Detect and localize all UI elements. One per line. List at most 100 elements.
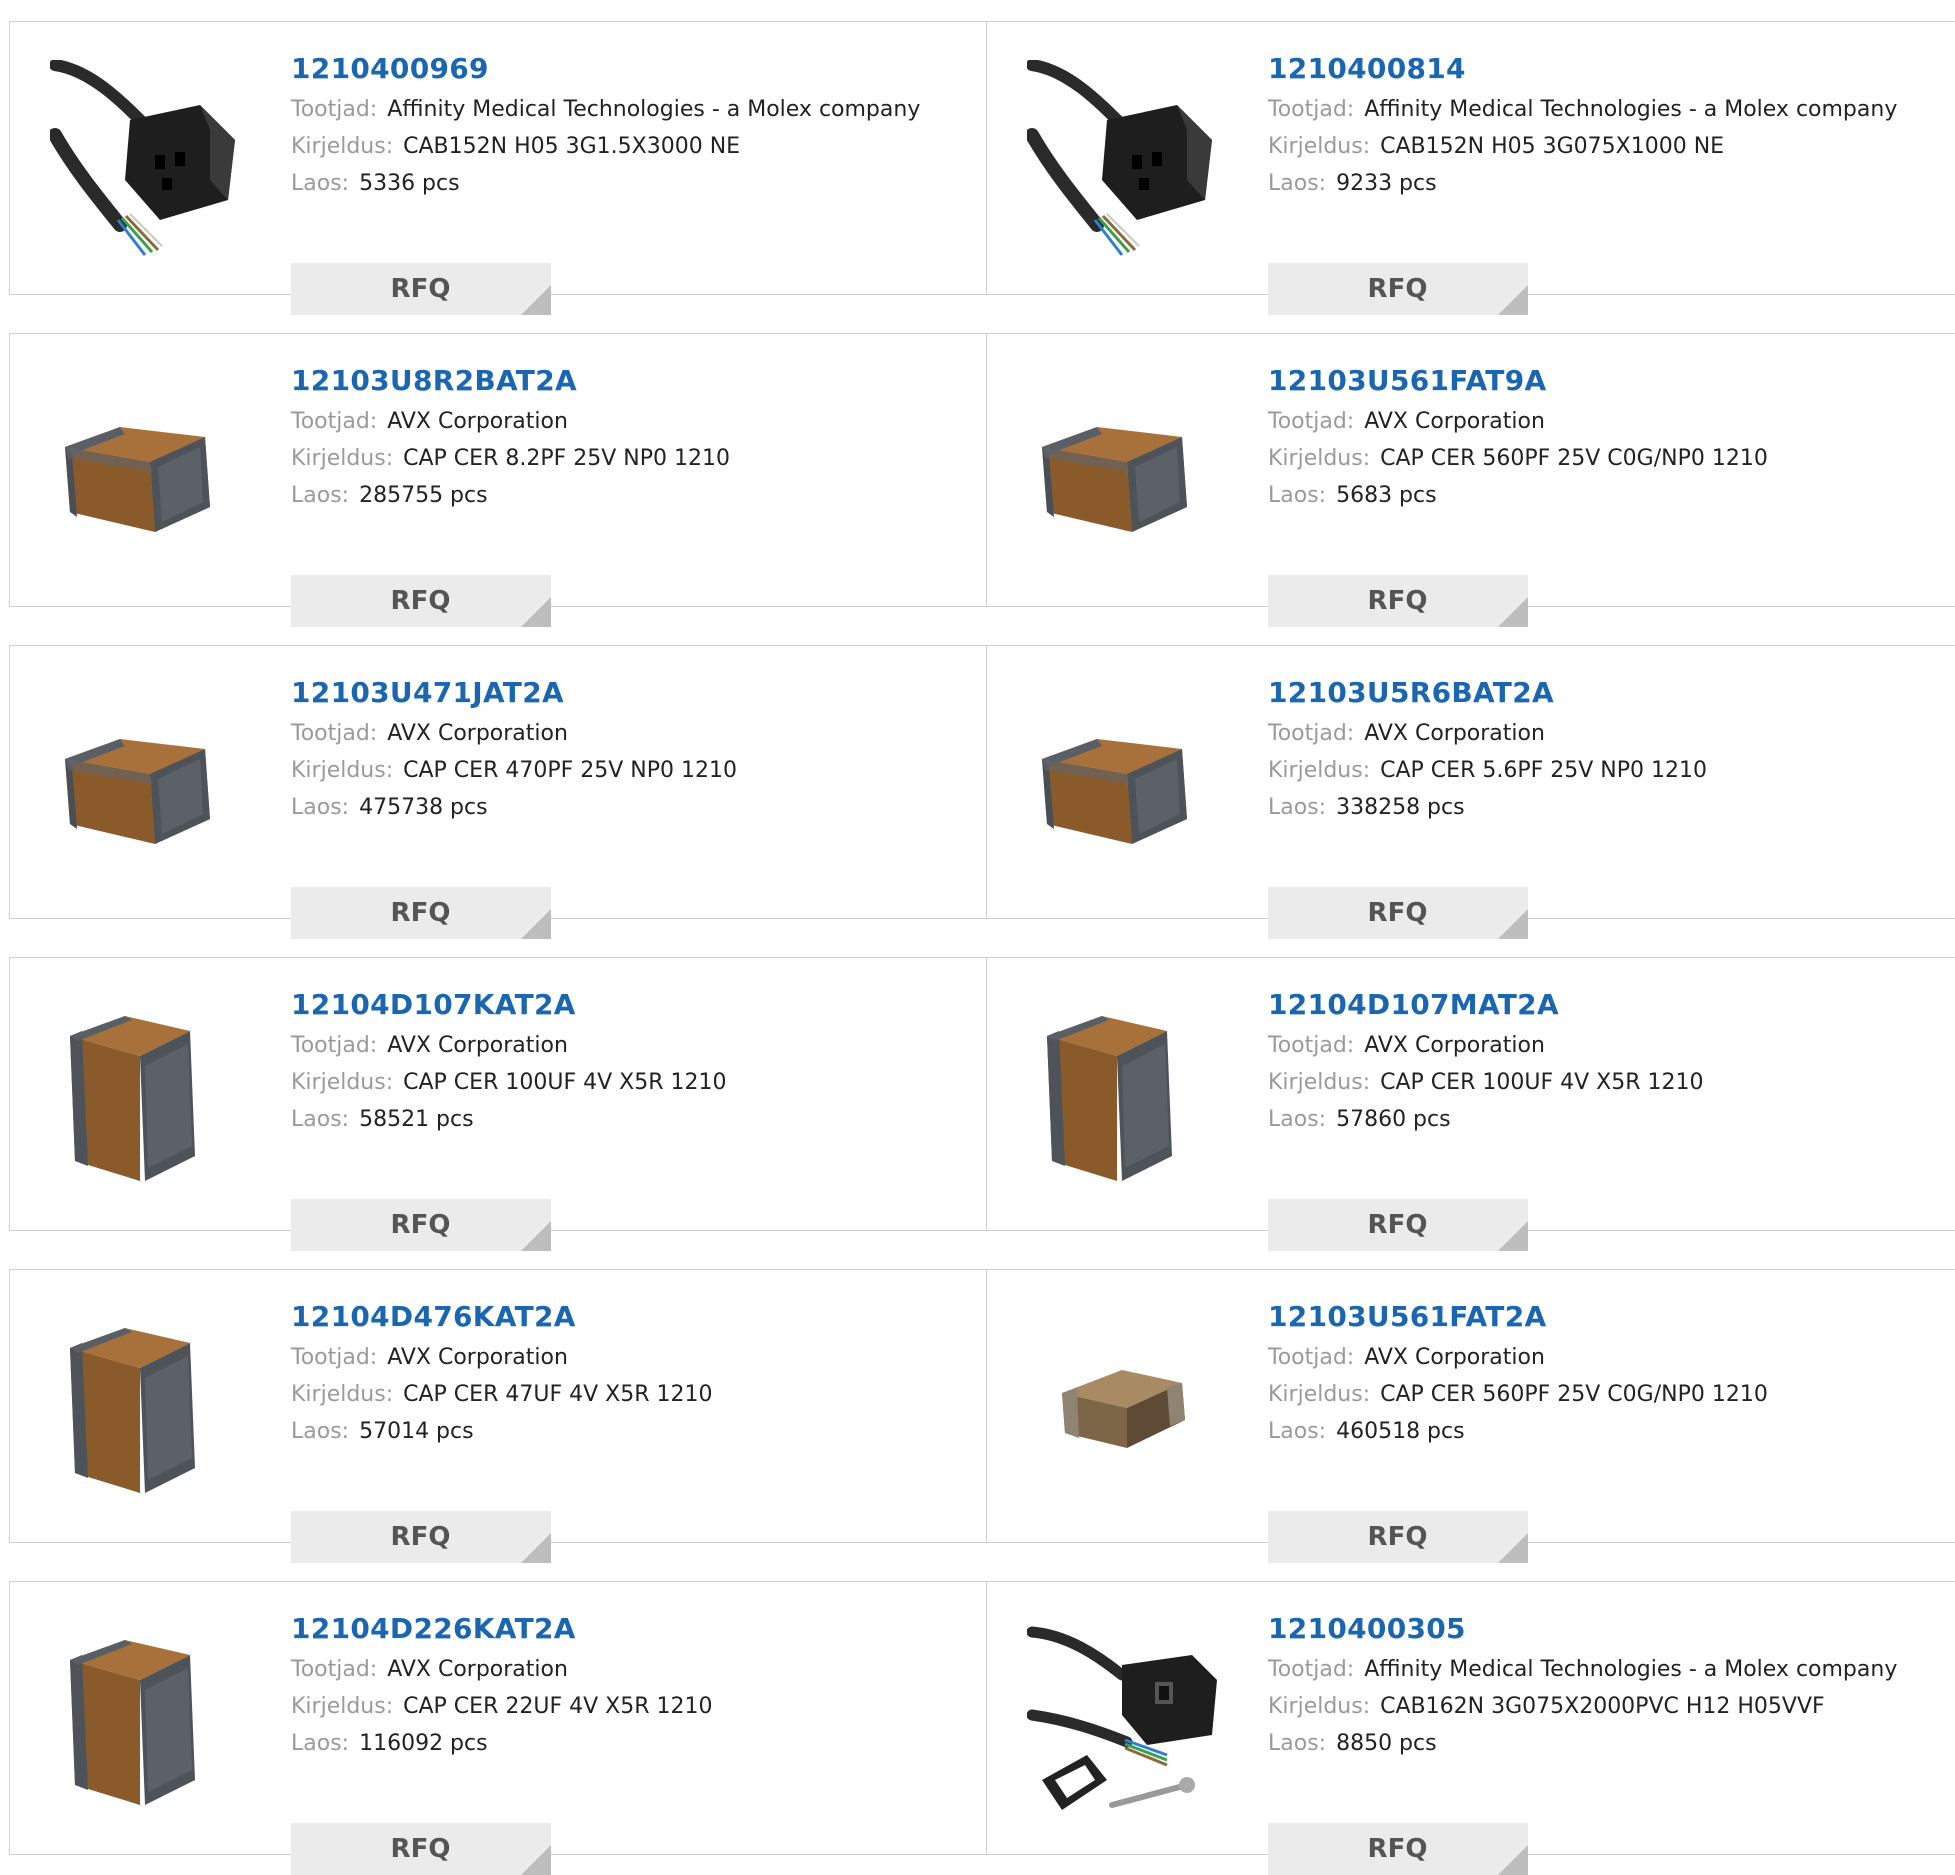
stock-line: Laos: 5336 pcs (291, 165, 976, 202)
rfq-corner-decoration (521, 1845, 551, 1875)
product-image[interactable] (50, 372, 250, 572)
manufacturer-value: AVX Corporation (387, 721, 568, 746)
part-number-link[interactable]: 12103U471JAT2A (291, 675, 976, 715)
manufacturer-line: Tootjad: AVX Corporation (291, 1651, 976, 1688)
rfq-corner-decoration (521, 1533, 551, 1563)
capacitor-flat-icon (65, 427, 210, 532)
rfq-button[interactable]: RFQ (1268, 263, 1528, 315)
product-image[interactable] (1027, 372, 1227, 572)
product-info: 12103U561FAT9A Tootjad: AVX Corporation K… (1268, 363, 1955, 627)
capacitor-chip-icon (1062, 1370, 1185, 1448)
rfq-corner-decoration (1498, 597, 1528, 627)
product-image[interactable] (1027, 1308, 1227, 1508)
capacitor-flat-icon (65, 739, 210, 844)
manufacturer-line: Tootjad: AVX Corporation (291, 1027, 976, 1064)
rfq-button[interactable]: RFQ (1268, 1199, 1528, 1251)
description-line: Kirjeldus: CAP CER 560PF 25V C0G/NP0 1210 (1268, 440, 1955, 477)
stock-value: 475738 pcs (359, 795, 488, 820)
description-value: CAB152N H05 3G075X1000 NE (1380, 134, 1725, 159)
product-card: 12103U8R2BAT2A Tootjad: AVX Corporation K… (9, 333, 987, 627)
stock-line: Laos: 116092 pcs (291, 1725, 976, 1762)
product-info: 12104D226KAT2A Tootjad: AVX Corporation K… (291, 1611, 976, 1875)
product-image[interactable] (50, 996, 250, 1196)
product-info: 12104D107MAT2A Tootjad: AVX Corporation K… (1268, 987, 1955, 1251)
product-row: 12104D476KAT2A Tootjad: AVX Corporation K… (9, 1248, 1955, 1563)
stock-line: Laos: 475738 pcs (291, 789, 976, 826)
product-row: 12104D226KAT2A Tootjad: AVX Corporation K… (9, 1560, 1955, 1875)
product-image[interactable] (1027, 996, 1227, 1196)
part-number-link[interactable]: 1210400814 (1268, 51, 1955, 91)
rfq-button[interactable]: RFQ (1268, 887, 1528, 939)
rfq-corner-decoration (521, 597, 551, 627)
rfq-button[interactable]: RFQ (291, 887, 551, 939)
stock-line: Laos: 57014 pcs (291, 1413, 976, 1450)
rfq-corner-decoration (521, 1221, 551, 1251)
description-line: Kirjeldus: CAB152N H05 3G075X1000 NE (1268, 128, 1955, 165)
description-value: CAP CER 5.6PF 25V NP0 1210 (1380, 758, 1707, 783)
product-info: 1210400305 Tootjad: Affinity Medical Tech… (1268, 1611, 1955, 1875)
product-image[interactable] (50, 60, 250, 260)
product-image[interactable] (50, 1620, 250, 1820)
product-card: 12103U471JAT2A Tootjad: AVX Corporation K… (9, 645, 987, 939)
product-image[interactable] (1027, 60, 1227, 260)
product-card: 1210400969 Tootjad: Affinity Medical Tech… (9, 21, 987, 315)
stock-value: 338258 pcs (1336, 795, 1465, 820)
part-number-link[interactable]: 12104D107KAT2A (291, 987, 976, 1027)
manufacturer-label: Tootjad: (291, 1033, 378, 1058)
manufacturer-value: Affinity Medical Technologies - a Molex … (387, 97, 921, 122)
product-image[interactable] (50, 1308, 250, 1508)
rfq-button[interactable]: RFQ (291, 263, 551, 315)
part-number-link[interactable]: 12103U8R2BAT2A (291, 363, 976, 403)
product-image[interactable] (1027, 684, 1227, 884)
description-label: Kirjeldus: (1268, 1382, 1371, 1407)
stock-value: 5683 pcs (1336, 483, 1437, 508)
part-number-link[interactable]: 1210400969 (291, 51, 976, 91)
product-card: 1210400814 Tootjad: Affinity Medical Tech… (986, 21, 1955, 315)
manufacturer-label: Tootjad: (291, 1345, 378, 1370)
part-number-link[interactable]: 12103U561FAT9A (1268, 363, 1955, 403)
description-value: CAP CER 100UF 4V X5R 1210 (403, 1070, 727, 1095)
product-image[interactable] (50, 684, 250, 884)
rfq-corner-decoration (1498, 1533, 1528, 1563)
product-info: 12104D476KAT2A Tootjad: AVX Corporation K… (291, 1299, 976, 1563)
rfq-button[interactable]: RFQ (1268, 1511, 1528, 1563)
rfq-button[interactable]: RFQ (291, 1823, 551, 1875)
part-number-link[interactable]: 1210400305 (1268, 1611, 1955, 1651)
rfq-button[interactable]: RFQ (291, 1511, 551, 1563)
stock-line: Laos: 57860 pcs (1268, 1101, 1955, 1138)
stock-line: Laos: 460518 pcs (1268, 1413, 1955, 1450)
manufacturer-value: Affinity Medical Technologies - a Molex … (1364, 1657, 1898, 1682)
stock-label: Laos: (291, 1107, 350, 1132)
part-number-link[interactable]: 12104D107MAT2A (1268, 987, 1955, 1027)
stock-label: Laos: (291, 795, 350, 820)
rfq-label: RFQ (390, 274, 451, 304)
stock-label: Laos: (1268, 483, 1327, 508)
stock-value: 460518 pcs (1336, 1419, 1465, 1444)
manufacturer-value: AVX Corporation (1364, 721, 1545, 746)
stock-line: Laos: 5683 pcs (1268, 477, 1955, 514)
rfq-corner-decoration (1498, 285, 1528, 315)
product-card: 1210400305 Tootjad: Affinity Medical Tech… (986, 1581, 1955, 1875)
product-image[interactable] (1027, 1620, 1227, 1820)
part-number-link[interactable]: 12103U5R6BAT2A (1268, 675, 1955, 715)
rfq-button[interactable]: RFQ (291, 1199, 551, 1251)
rfq-button[interactable]: RFQ (1268, 575, 1528, 627)
capacitor-cube-icon (70, 1328, 195, 1493)
capacitor-flat-icon (1042, 739, 1187, 844)
part-number-link[interactable]: 12104D476KAT2A (291, 1299, 976, 1339)
part-number-link[interactable]: 12104D226KAT2A (291, 1611, 976, 1651)
rfq-label: RFQ (1367, 586, 1428, 616)
cable-connector-icon (50, 60, 235, 256)
manufacturer-value: AVX Corporation (387, 1033, 568, 1058)
rfq-label: RFQ (390, 1834, 451, 1864)
product-card: 12104D476KAT2A Tootjad: AVX Corporation K… (9, 1269, 987, 1563)
description-label: Kirjeldus: (291, 1070, 394, 1095)
rfq-button[interactable]: RFQ (291, 575, 551, 627)
manufacturer-line: Tootjad: Affinity Medical Technologies - … (1268, 91, 1955, 128)
product-card: 12104D107MAT2A Tootjad: AVX Corporation K… (986, 957, 1955, 1251)
rfq-button[interactable]: RFQ (1268, 1823, 1528, 1875)
manufacturer-line: Tootjad: AVX Corporation (1268, 715, 1955, 752)
manufacturer-label: Tootjad: (1268, 1657, 1355, 1682)
part-number-link[interactable]: 12103U561FAT2A (1268, 1299, 1955, 1339)
description-value: CAP CER 8.2PF 25V NP0 1210 (403, 446, 730, 471)
